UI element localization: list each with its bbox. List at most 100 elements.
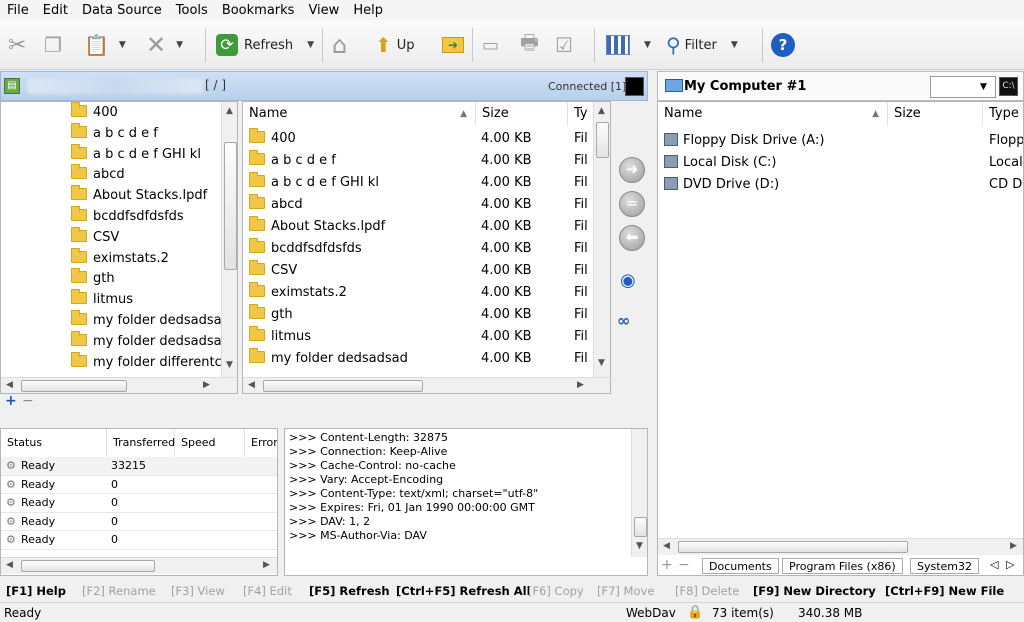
tree-vscroll[interactable]: ▲ ▼: [221, 102, 237, 377]
console-button[interactable]: [625, 77, 644, 96]
column-name[interactable]: Name ▲: [243, 102, 476, 126]
tree-item[interactable]: 400: [71, 102, 118, 124]
tree-item[interactable]: my folder differentc: [71, 351, 222, 374]
column-size[interactable]: Size: [888, 102, 983, 126]
arrow-right-icon[interactable]: ▶: [263, 560, 270, 570]
arrow-down-icon[interactable]: ▼: [226, 360, 233, 370]
file-row[interactable]: bcddfsdfdsfds 4.00 KB Fil: [243, 238, 593, 260]
tree-item[interactable]: my folder dedsadsa: [71, 310, 222, 332]
add-icon[interactable]: +: [5, 393, 17, 409]
right-path-bar[interactable]: My Computer #1 ▼ C:\: [657, 71, 1024, 101]
equal-button[interactable]: =: [619, 191, 645, 217]
fkey-button[interactable]: [F5] Refresh: [309, 584, 390, 598]
tree-item[interactable]: abcd: [71, 164, 125, 186]
console-icon[interactable]: C:\: [999, 77, 1018, 96]
remote-file-list[interactable]: Name ▲ Size Ty 400 4.00 KB Fil a b c d e f 4.…: [242, 101, 611, 394]
column-speed[interactable]: Speed: [175, 429, 245, 457]
remove-icon[interactable]: −: [22, 393, 34, 409]
fkey-button[interactable]: [F2] Rename: [82, 584, 156, 598]
file-row[interactable]: a b c d e f GHI kl 4.00 KB Fil: [243, 172, 593, 194]
paste-button[interactable]: 📋 ▼: [84, 30, 126, 60]
tree-hscroll-thumb[interactable]: [21, 380, 127, 392]
file-row[interactable]: CSV 4.00 KB Fil: [243, 260, 593, 282]
menu-bookmarks[interactable]: Bookmarks: [215, 3, 302, 18]
file-row[interactable]: gth 4.00 KB Fil: [243, 304, 593, 326]
column-size[interactable]: Size: [476, 102, 568, 126]
file-row[interactable]: abcd 4.00 KB Fil: [243, 194, 593, 216]
fkey-button[interactable]: [F8] Delete: [675, 584, 739, 598]
help-button[interactable]: ?: [771, 30, 795, 60]
refresh-button[interactable]: ⟳ Refresh ▼: [216, 30, 314, 60]
arrow-down-icon[interactable]: ▼: [636, 541, 643, 551]
arrow-left-icon[interactable]: ◀: [6, 560, 13, 570]
column-type[interactable]: Type: [983, 102, 1023, 126]
arrow-up-icon[interactable]: ▲: [598, 106, 605, 116]
properties-button[interactable]: ▭: [482, 30, 499, 60]
file-row[interactable]: eximstats.2 4.00 KB Fil: [243, 282, 593, 304]
log-panel[interactable]: >>> Content-Length: 32875 >>> Connection:…: [284, 428, 648, 576]
cut-button[interactable]: ✂: [8, 30, 26, 60]
add-icon[interactable]: +: [661, 557, 673, 573]
view-mode-button[interactable]: ▼: [606, 30, 651, 60]
transfer-queue[interactable]: Status Transferred Speed Error ⚙ Ready 332…: [0, 428, 278, 576]
left-path-bar[interactable]: ▤ [ / ] Connected [1]: [0, 71, 648, 101]
menu-tools[interactable]: Tools: [169, 3, 215, 18]
log-vscroll-thumb[interactable]: [634, 517, 647, 537]
folder-tree[interactable]: 400 a b c d e f a b c d e f GHI kl abcd Abou…: [0, 101, 238, 394]
menu-help[interactable]: Help: [346, 3, 390, 18]
table-row[interactable]: ⚙ Ready 0: [1, 531, 277, 550]
menu-edit[interactable]: Edit: [36, 3, 75, 18]
tree-hscroll[interactable]: ◀ ▶: [1, 377, 237, 393]
print-button[interactable]: 🖶: [520, 30, 539, 60]
fkey-button[interactable]: [F9] New Directory: [753, 584, 876, 598]
fkey-button[interactable]: [F4] Edit: [243, 584, 292, 598]
local-file-list[interactable]: Name ▲ Size Type Floppy Disk Drive (A:) Fl…: [657, 101, 1024, 576]
file-row[interactable]: my folder dedsadsad 4.00 KB Fil: [243, 348, 593, 370]
column-name[interactable]: Name ▲: [658, 102, 888, 126]
file-row[interactable]: a b c d e f 4.00 KB Fil: [243, 150, 593, 172]
menu-file[interactable]: File: [0, 3, 36, 18]
arrow-right-icon[interactable]: ▷: [1006, 558, 1014, 571]
tree-item[interactable]: bcddfsdfdsfds: [71, 206, 184, 228]
arrow-left-icon[interactable]: ◀: [663, 541, 670, 551]
copy-button[interactable]: ❐: [44, 30, 62, 60]
files-vscroll[interactable]: ▲ ▼: [593, 102, 610, 377]
table-row[interactable]: ⚙ Ready 0: [1, 513, 277, 532]
file-row[interactable]: About Stacks.lpdf 4.00 KB Fil: [243, 216, 593, 238]
column-error[interactable]: Error: [245, 429, 277, 457]
fkey-button[interactable]: [Ctrl+F5] Refresh All: [396, 584, 531, 598]
tree-item[interactable]: a b c d e f: [71, 122, 158, 145]
tree-item[interactable]: gth: [71, 268, 115, 290]
arrow-down-icon[interactable]: ▼: [598, 358, 605, 368]
drive-row[interactable]: Floppy Disk Drive (A:) Flopp: [658, 130, 1023, 152]
arrow-right-icon[interactable]: ▶: [203, 380, 210, 390]
link-icon[interactable]: ∞: [617, 311, 630, 330]
column-transferred[interactable]: Transferred: [107, 429, 175, 457]
filter-button[interactable]: ⚲ Filter ▼: [666, 30, 738, 60]
up-button[interactable]: ⬆ Up: [375, 30, 415, 60]
arrow-left-icon[interactable]: ◁: [990, 558, 998, 571]
files-hscroll-thumb[interactable]: [263, 380, 423, 392]
arrow-up-icon[interactable]: ▲: [226, 106, 233, 116]
tree-item[interactable]: litmus: [71, 289, 133, 311]
home-button[interactable]: ⌂: [332, 30, 347, 60]
tree-item[interactable]: a b c d e f GHI kl: [71, 143, 201, 166]
file-row[interactable]: litmus 4.00 KB Fil: [243, 326, 593, 348]
arrow-right-icon[interactable]: ▶: [577, 380, 584, 390]
menu-data-source[interactable]: Data Source: [75, 3, 169, 18]
column-status[interactable]: Status: [1, 429, 107, 457]
table-row[interactable]: ⚙ Ready 0: [1, 476, 277, 495]
remove-icon[interactable]: −: [678, 557, 690, 573]
fkey-button[interactable]: [Ctrl+F9] New File: [885, 584, 1004, 598]
delete-button[interactable]: ✕ ▼: [146, 30, 183, 60]
queue-hscroll[interactable]: ◀ ▶: [1, 557, 277, 574]
queue-hscroll-thumb[interactable]: [21, 560, 155, 572]
fkey-button[interactable]: [F3] View: [171, 584, 225, 598]
transfer-right-button[interactable]: ➜: [619, 157, 645, 183]
local-hscroll[interactable]: ◀ ▶: [658, 538, 1023, 555]
tree-item[interactable]: my folder dedsadsa: [71, 330, 222, 353]
drive-row[interactable]: Local Disk (C:) Local: [658, 152, 1023, 174]
tree-vscroll-thumb[interactable]: [224, 142, 237, 270]
files-vscroll-thumb[interactable]: [596, 122, 609, 158]
fkey-button[interactable]: [F1] Help: [6, 584, 66, 598]
